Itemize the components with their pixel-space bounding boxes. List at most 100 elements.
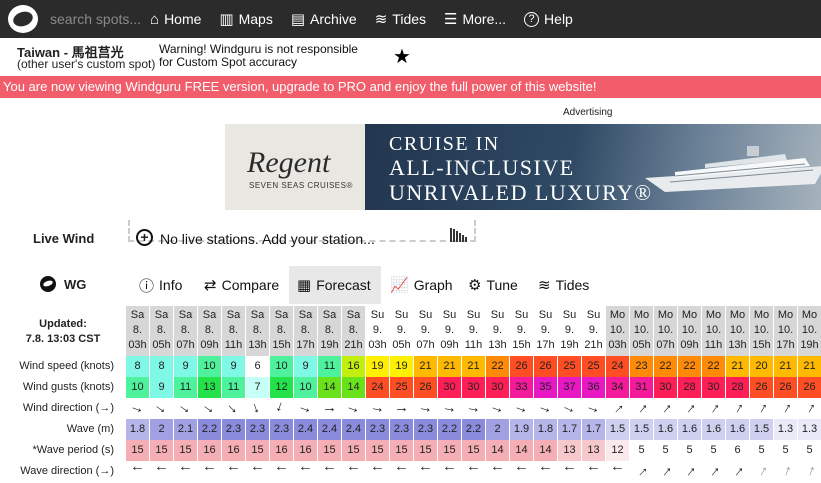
search-input[interactable] — [50, 11, 140, 27]
column-header: Sa 8. 05h — [150, 306, 173, 356]
wave-height-cell: 2.3 — [366, 419, 389, 440]
wind-arrow-icon: → — [798, 396, 821, 419]
forecast-column: Sa 8. 11h 9 11 → 2.3 16 → — [222, 306, 245, 482]
wind-gust-cell: 30 — [654, 377, 677, 398]
tab-tune[interactable]: ⚙ Tune — [460, 266, 526, 304]
windguru-logo-icon[interactable] — [6, 2, 40, 36]
ad-banner[interactable]: Regent SEVEN SEAS CRUISES® CRUISE IN ALL… — [225, 124, 821, 210]
tab-forecast[interactable]: ▦ Forecast — [289, 266, 381, 304]
header-hour: 11h — [224, 339, 243, 351]
pro-upgrade-banner[interactable]: You are now viewing Windguru FREE versio… — [0, 76, 821, 98]
add-station-link[interactable]: No live stations. Add your station... — [160, 231, 375, 247]
wind-gust-cell: 11 — [174, 377, 197, 398]
nav-help[interactable]: ? Help — [524, 11, 573, 27]
wave-direction-cell: → — [582, 461, 605, 482]
wind-speed-cell: 19 — [366, 356, 389, 377]
header-date: 8. — [324, 324, 335, 336]
column-header: Mo 10. 09h — [678, 306, 701, 356]
header-day: Sa — [226, 309, 241, 321]
column-header: Su 9. 11h — [462, 306, 485, 356]
wind-direction-cell: → — [414, 398, 437, 419]
header-hour: 09h — [200, 339, 219, 351]
wave-height-cell: 1.5 — [630, 419, 653, 440]
wave-arrow-icon: → — [202, 462, 217, 479]
wave-period-cell: 15 — [246, 440, 269, 461]
header-day: Su — [442, 309, 457, 321]
wave-period-cell: 16 — [222, 440, 245, 461]
wave-arrow-icon: → — [466, 462, 481, 479]
nav-more[interactable]: ☰ More... — [444, 11, 506, 27]
forecast-column: Su 9. 05h 19 25 → 2.3 15 → — [390, 306, 413, 482]
wind-gust-cell: 26 — [750, 377, 773, 398]
wave-period-cell: 5 — [654, 440, 677, 461]
header-date: 10. — [705, 324, 722, 336]
header-hour: 15h — [752, 339, 771, 351]
tides-icon: ≋ — [374, 10, 388, 28]
wind-speed-cell: 26 — [534, 356, 557, 377]
header-hour: 19h — [560, 339, 579, 351]
wind-gust-cell: 7 — [246, 377, 269, 398]
forecast-column: Sa 8. 17h 9 10 → 2.4 16 → — [294, 306, 317, 482]
wind-direction-cell: → — [246, 398, 269, 419]
wave-period-cell: 15 — [150, 440, 173, 461]
model-selector[interactable]: WG — [40, 276, 86, 292]
wave-period-cell: 15 — [174, 440, 197, 461]
live-wind-label: Live Wind — [33, 231, 95, 246]
header-date: 8. — [180, 324, 191, 336]
wave-direction-cell: → — [438, 461, 461, 482]
wave-arrow-icon: → — [654, 459, 677, 482]
wave-direction-cell: → — [678, 459, 701, 482]
nav-home[interactable]: ⌂ Home — [150, 11, 201, 27]
wind-direction-cell: → — [750, 397, 773, 419]
nav-tides[interactable]: ≋ Tides — [375, 11, 426, 27]
forecast-column: Su 9. 03h 19 24 → 2.3 15 → — [366, 306, 389, 482]
wind-direction-cell: → — [558, 396, 581, 419]
wave-height-cell: 2.3 — [390, 419, 413, 440]
wind-direction-cell: → — [126, 397, 149, 419]
wave-direction-cell: → — [222, 461, 245, 482]
wind-gust-cell: 10 — [126, 377, 149, 398]
header-day: Su — [394, 309, 409, 321]
wind-arrow-icon: → — [678, 396, 701, 419]
column-header: Su 9. 05h — [390, 306, 413, 356]
signal-bars-icon[interactable] — [450, 228, 468, 242]
nav-label: Tides — [392, 11, 427, 27]
nav-archive[interactable]: ▤ Archive — [291, 11, 357, 27]
forecast-column: Su 9. 17h 26 35 → 1.8 14 → — [534, 306, 557, 482]
header-day: Mo — [729, 309, 746, 321]
advertising-label: Advertising — [563, 107, 613, 118]
header-date: 9. — [468, 324, 479, 336]
wind-gust-cell: 36 — [582, 377, 605, 398]
wind-arrow-icon: → — [150, 396, 173, 419]
column-header: Su 9. 13h — [486, 306, 509, 356]
column-header: Su 9. 03h — [366, 306, 389, 356]
header-day: Su — [514, 309, 529, 321]
wave-height-cell: 1.5 — [606, 419, 629, 440]
tab-tides[interactable]: ≋ Tides — [530, 266, 597, 304]
wind-direction-cell: → — [726, 397, 749, 419]
row-label: Wind direction (→) — [22, 402, 114, 414]
tab-graph[interactable]: 📈 Graph — [382, 266, 461, 304]
header-hour: 21h — [584, 339, 603, 351]
favorite-star-icon[interactable]: ★ — [393, 44, 411, 69]
nav-maps[interactable]: ▥ Maps — [219, 11, 272, 27]
tab-info[interactable]: ⓘ Info — [131, 266, 190, 304]
wind-arrow-icon: → — [368, 397, 387, 418]
wave-period-cell: 15 — [414, 440, 437, 461]
wave-arrow-icon: → — [702, 459, 725, 482]
wave-height-cell: 1.6 — [702, 419, 725, 440]
column-header: Su 9. 15h — [510, 306, 533, 356]
column-header: Su 9. 21h — [582, 306, 605, 356]
wind-direction-cell: → — [366, 398, 389, 419]
nav-label: Maps — [238, 11, 273, 27]
wave-height-cell: 2 — [150, 419, 173, 440]
header-day: Mo — [705, 309, 722, 321]
wind-arrow-icon: → — [198, 396, 221, 419]
wind-arrow-icon: → — [322, 399, 337, 416]
wave-direction-cell: → — [750, 460, 773, 482]
column-header: Mo 10. 11h — [702, 306, 725, 356]
wind-arrow-icon: → — [559, 396, 580, 419]
add-station-icon[interactable]: + — [136, 229, 153, 246]
tab-compare[interactable]: ⇄ Compare — [196, 266, 287, 304]
help-icon: ? — [524, 11, 540, 27]
